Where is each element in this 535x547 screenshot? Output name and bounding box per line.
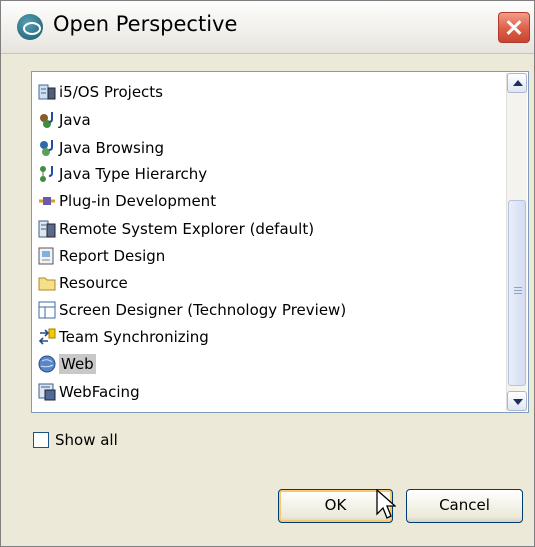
vertical-scrollbar[interactable] bbox=[506, 73, 527, 411]
perspective-item[interactable]: WebFacing bbox=[38, 380, 140, 403]
team-synchronizing-icon bbox=[38, 328, 56, 346]
java-icon bbox=[38, 111, 56, 129]
perspective-list[interactable]: i5/OS Projects Java Java Browsing Java Type… bbox=[31, 71, 529, 413]
eclipse-perspective-icon bbox=[17, 14, 43, 40]
perspective-item[interactable]: Report Design bbox=[38, 244, 165, 267]
perspective-item-label: i5/OS Projects bbox=[59, 82, 163, 101]
i5os-projects-icon bbox=[38, 83, 56, 101]
perspective-item[interactable]: Remote System Explorer (default) bbox=[38, 217, 314, 240]
perspective-item[interactable]: Screen Designer (Technology Preview) bbox=[38, 298, 346, 321]
remote-system-explorer-icon bbox=[38, 220, 56, 238]
perspective-item-label: Screen Designer (Technology Preview) bbox=[59, 300, 347, 319]
perspective-item[interactable]: Team Synchronizing bbox=[38, 325, 209, 348]
resource-folder-icon bbox=[38, 274, 56, 292]
perspective-item[interactable]: Plug-in Development bbox=[38, 189, 216, 212]
grip-icon bbox=[514, 287, 522, 288]
perspective-item-label: WebFacing bbox=[59, 382, 140, 401]
open-perspective-dialog: Open Perspective i5/OS Projects Java Java … bbox=[0, 0, 535, 547]
show-all-label: Show all bbox=[55, 431, 118, 449]
perspective-item-label: Java bbox=[59, 110, 91, 129]
scroll-thumb[interactable] bbox=[508, 200, 526, 386]
chevron-up-icon bbox=[513, 80, 523, 86]
perspective-item[interactable]: i5/OS Projects bbox=[38, 80, 163, 103]
perspective-item[interactable]: Web bbox=[38, 352, 96, 375]
perspective-item[interactable]: Resource bbox=[38, 271, 128, 294]
report-design-icon bbox=[38, 247, 56, 265]
scroll-up-button[interactable] bbox=[507, 73, 527, 93]
java-type-hierarchy-icon bbox=[38, 165, 56, 183]
web-globe-icon bbox=[38, 355, 56, 373]
java-browsing-icon bbox=[38, 139, 56, 157]
title-bar[interactable]: Open Perspective bbox=[1, 1, 534, 54]
scroll-down-button[interactable] bbox=[507, 391, 527, 411]
perspective-item-label: Resource bbox=[59, 273, 128, 292]
perspective-item[interactable]: Java Type Hierarchy bbox=[38, 162, 207, 185]
perspective-item-label: Web bbox=[59, 353, 96, 374]
perspective-item-label: Java Browsing bbox=[59, 138, 165, 157]
perspective-item-label: Report Design bbox=[59, 246, 166, 265]
chevron-down-icon bbox=[513, 399, 523, 405]
perspective-item[interactable]: Java Browsing bbox=[38, 136, 164, 159]
dialog-title: Open Perspective bbox=[53, 12, 238, 36]
perspective-item[interactable]: Java bbox=[38, 108, 91, 131]
screen-designer-icon bbox=[38, 301, 56, 319]
show-all-checkbox[interactable] bbox=[33, 432, 49, 448]
perspective-item-label: Java Type Hierarchy bbox=[59, 164, 208, 183]
mouse-pointer-icon bbox=[376, 489, 396, 519]
perspective-item-label: Plug-in Development bbox=[59, 191, 217, 210]
cancel-button[interactable]: Cancel bbox=[406, 489, 523, 523]
perspective-item-label: Remote System Explorer (default) bbox=[59, 219, 315, 238]
plugin-development-icon bbox=[38, 192, 56, 210]
close-button[interactable] bbox=[498, 12, 530, 43]
perspective-item-label: Team Synchronizing bbox=[59, 327, 209, 346]
webfacing-icon bbox=[38, 383, 56, 401]
